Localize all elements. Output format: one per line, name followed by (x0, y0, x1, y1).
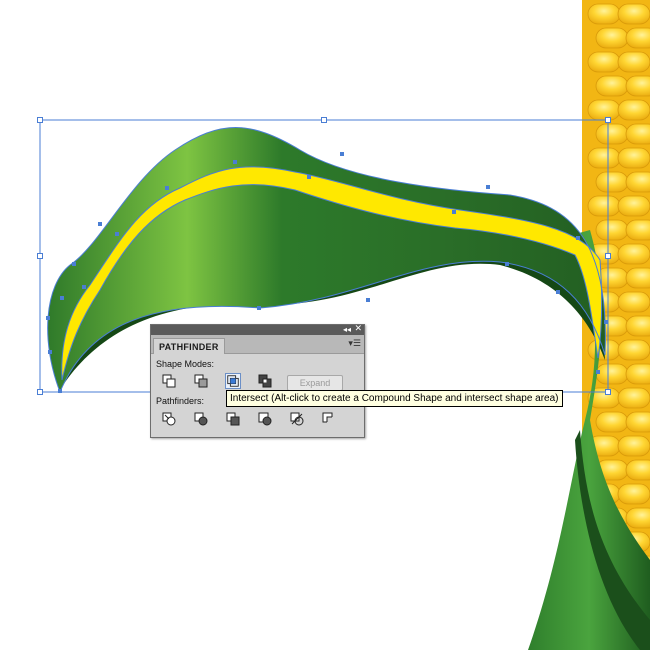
trim-icon (194, 412, 208, 426)
corn-kernel (587, 3, 621, 25)
bbox-handle-top-right[interactable] (605, 117, 611, 123)
pathfinders-label: Pathfinders: (156, 396, 205, 406)
corn-kernel (587, 195, 621, 217)
panel-tab-strip: PATHFINDER ▾☰ (151, 335, 364, 354)
shape-modes-label: Shape Modes: (156, 359, 215, 369)
corn-kernel (625, 267, 650, 289)
bbox-handle-middle-left[interactable] (37, 253, 43, 259)
corn-kernel (617, 435, 650, 457)
corn-kernel (595, 411, 629, 433)
corn-kernel (587, 147, 621, 169)
divide-button[interactable] (161, 411, 177, 427)
minus-front-button[interactable] (193, 373, 209, 389)
bbox-handle-bottom-left[interactable] (37, 389, 43, 395)
corn-kernel (625, 171, 650, 193)
close-icon[interactable]: ✕ (354, 324, 362, 335)
intersect-icon (227, 375, 239, 387)
corn-kernel (617, 387, 650, 409)
bbox-handle-middle-right[interactable] (605, 253, 611, 259)
corn-kernel (625, 507, 650, 529)
pathfinder-panel: ◂◂ ✕ PATHFINDER ▾☰ Shape Modes: Expand P… (150, 324, 365, 438)
corn-kernel (625, 123, 650, 145)
corn-kernel (587, 99, 621, 121)
corn-kernel (595, 363, 629, 385)
corn-kernel (625, 411, 650, 433)
minus-back-icon (322, 412, 335, 425)
panel-titlebar[interactable]: ◂◂ ✕ (151, 324, 364, 335)
corn-kernel (595, 27, 629, 49)
corn-kernel (595, 75, 629, 97)
corn-kernel (617, 243, 650, 265)
corn-kernel (625, 459, 650, 481)
corn-kernel (617, 99, 650, 121)
corn-kernel (625, 363, 650, 385)
bbox-handle-top-center[interactable] (321, 117, 327, 123)
trim-button[interactable] (193, 411, 209, 427)
corn-kernel (625, 27, 650, 49)
double-chevron-left-icon[interactable]: ◂◂ (343, 324, 351, 335)
corn-kernel (617, 51, 650, 73)
corn-kernel (617, 147, 650, 169)
corn-kernel (617, 339, 650, 361)
corn-kernel (625, 75, 650, 97)
corn-kernel (595, 171, 629, 193)
corn-kernel (625, 219, 650, 241)
crop-button[interactable] (257, 411, 273, 427)
intersect-tooltip: Intersect (Alt-click to create a Compoun… (226, 390, 563, 407)
corn-kernel (625, 315, 650, 337)
outline-button[interactable] (289, 411, 305, 427)
intersect-button[interactable] (225, 373, 241, 389)
minus-front-icon (194, 374, 208, 388)
merge-icon (226, 412, 240, 426)
corn-kernel (617, 195, 650, 217)
merge-button[interactable] (225, 411, 241, 427)
exclude-button[interactable] (257, 373, 273, 389)
bbox-handle-top-left[interactable] (37, 117, 43, 123)
unite-icon (162, 374, 176, 388)
corn-kernel (617, 483, 650, 505)
corn-kernel (617, 291, 650, 313)
expand-button[interactable]: Expand (287, 375, 343, 391)
corn-kernel (595, 219, 629, 241)
unite-button[interactable] (161, 373, 177, 389)
divide-icon (162, 412, 176, 426)
crop-icon (258, 412, 272, 426)
outline-icon (290, 412, 304, 426)
corn-kernel (617, 3, 650, 25)
exclude-icon (258, 374, 272, 388)
corn-kernel (595, 123, 629, 145)
corn-kernel (587, 51, 621, 73)
bbox-handle-bottom-right[interactable] (605, 389, 611, 395)
minus-back-button[interactable] (321, 411, 337, 427)
panel-menu-icon[interactable]: ▾☰ (348, 338, 361, 350)
tab-pathfinder[interactable]: PATHFINDER (153, 338, 225, 354)
